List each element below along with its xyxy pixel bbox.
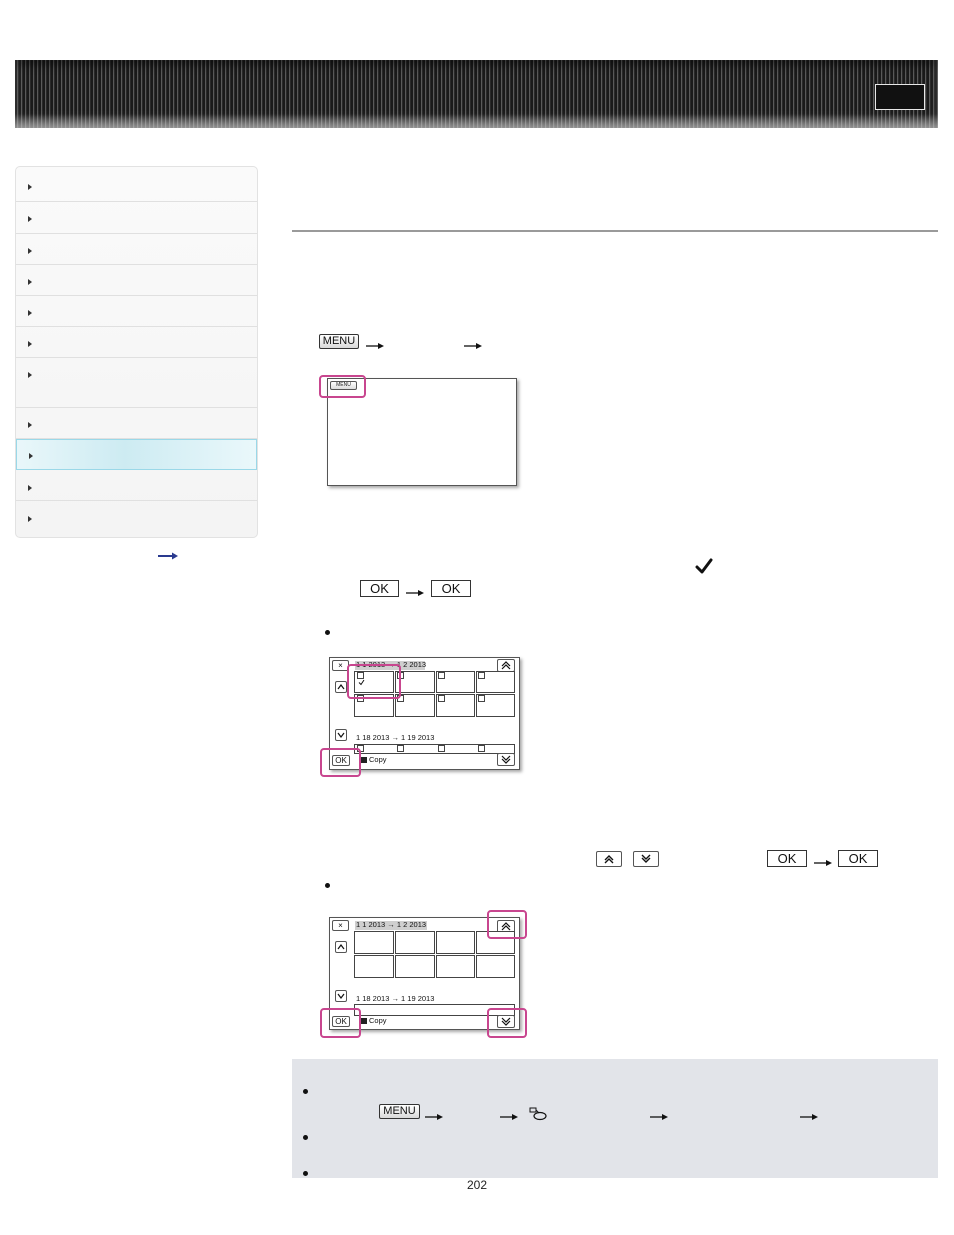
- triangle-right-icon: [28, 310, 32, 316]
- highlight-frame: [487, 910, 527, 939]
- thumbnail[interactable]: [436, 955, 475, 978]
- triangle-right-icon: [28, 279, 32, 285]
- triangle-right-icon: [28, 516, 32, 522]
- title-divider: [292, 230, 938, 232]
- bullet: [303, 1135, 308, 1140]
- checkbox[interactable]: [478, 745, 485, 752]
- scroll-down-double-icon[interactable]: [497, 753, 515, 766]
- highlight-frame: [319, 375, 366, 398]
- sidebar-item-10[interactable]: [16, 470, 257, 501]
- triangle-right-icon: [28, 248, 32, 254]
- bullet: [325, 883, 330, 888]
- arrow-icon: [464, 341, 482, 351]
- scroll-up-double-icon: [596, 851, 622, 867]
- checkmark-icon: [695, 558, 713, 576]
- sidebar-item-4[interactable]: [16, 265, 257, 296]
- ok-button-icon: OK: [360, 580, 399, 597]
- thumbnail[interactable]: [436, 931, 475, 954]
- sidebar-nav: [15, 166, 258, 538]
- close-icon[interactable]: ×: [332, 920, 349, 931]
- highlight-frame: [487, 1008, 527, 1038]
- checkbox[interactable]: [438, 745, 445, 752]
- arrow-icon: [800, 1112, 818, 1122]
- highlight-frame: [347, 664, 401, 699]
- triangle-right-icon: [28, 485, 32, 491]
- date-range-top: 1 1 2013 → 1 2 2013: [356, 920, 427, 929]
- copy-icon: [361, 1018, 367, 1024]
- checkbox[interactable]: [397, 745, 404, 752]
- sidebar-item-9-active[interactable]: [16, 439, 257, 470]
- triangle-right-icon: [28, 184, 32, 190]
- sidebar-item-2[interactable]: [16, 202, 257, 234]
- sidebar-item-11[interactable]: [16, 501, 257, 537]
- media-edit-icon: [529, 1107, 549, 1121]
- date-range-bottom: 1 18 2013 → 1 19 2013: [356, 733, 435, 742]
- down-icon[interactable]: [335, 990, 347, 1002]
- scroll-down-double-icon: [633, 851, 659, 867]
- arrow-right-icon[interactable]: [158, 547, 178, 560]
- sidebar-item-8[interactable]: [16, 408, 257, 439]
- sidebar-item-6[interactable]: [16, 327, 257, 358]
- arrow-icon: [366, 341, 384, 351]
- up-icon[interactable]: [335, 681, 347, 693]
- ok-button-icon: OK: [431, 580, 471, 597]
- sidebar-item-7[interactable]: [16, 358, 257, 408]
- down-icon[interactable]: [335, 729, 347, 741]
- thumbnail[interactable]: [354, 744, 515, 754]
- arrow-icon: [425, 1112, 443, 1122]
- checkbox[interactable]: [438, 695, 445, 702]
- copy-label: Copy: [369, 755, 387, 764]
- thumbnail[interactable]: [395, 931, 435, 954]
- triangle-right-icon: [28, 216, 32, 222]
- thumbnail[interactable]: [354, 931, 394, 954]
- header-button[interactable]: [875, 84, 925, 110]
- menu-button-icon: MENU: [319, 334, 359, 349]
- arrow-icon: [650, 1112, 668, 1122]
- bullet: [303, 1089, 308, 1094]
- bullet: [325, 630, 330, 635]
- arrow-icon: [814, 858, 832, 868]
- checkbox[interactable]: [478, 672, 485, 679]
- checkbox[interactable]: [478, 695, 485, 702]
- sidebar-item-3[interactable]: [16, 234, 257, 265]
- bullet: [303, 1171, 308, 1176]
- up-icon[interactable]: [335, 941, 347, 953]
- triangle-right-icon: [29, 453, 33, 459]
- highlight-frame: [320, 748, 361, 777]
- triangle-right-icon: [28, 341, 32, 347]
- ok-button-icon: OK: [838, 850, 878, 867]
- triangle-right-icon: [28, 372, 32, 378]
- menu-button-icon: MENU: [379, 1104, 420, 1119]
- sidebar-item-1[interactable]: [16, 167, 257, 202]
- triangle-right-icon: [28, 422, 32, 428]
- date-range-bottom: 1 18 2013 → 1 19 2013: [356, 994, 435, 1003]
- checkbox[interactable]: [438, 672, 445, 679]
- thumbnail[interactable]: [395, 955, 435, 978]
- sidebar-item-5[interactable]: [16, 296, 257, 327]
- header-banner: [15, 60, 938, 128]
- thumbnail[interactable]: [476, 955, 515, 978]
- arrow-icon: [500, 1112, 518, 1122]
- page-number: 202: [466, 1178, 488, 1192]
- arrow-icon: [406, 588, 424, 598]
- copy-icon: [361, 757, 367, 763]
- ok-button-icon: OK: [767, 850, 807, 867]
- copy-label: Copy: [369, 1016, 387, 1025]
- highlight-frame: [320, 1008, 361, 1038]
- thumbnail[interactable]: [354, 955, 394, 978]
